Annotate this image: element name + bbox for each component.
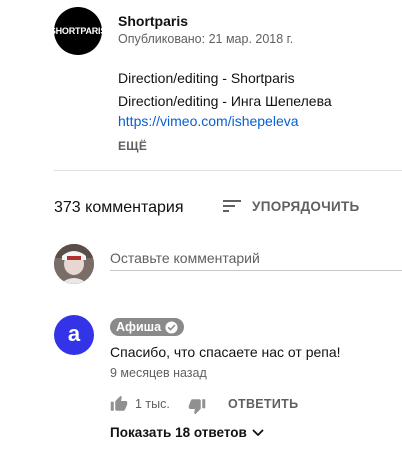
show-replies-button[interactable]: Показать 18 ответов <box>110 425 265 440</box>
channel-avatar-text: SHORTPARIS <box>49 26 107 36</box>
user-avatar-image <box>54 244 94 284</box>
comment-timestamp[interactable]: 9 месяцев назад <box>110 366 207 380</box>
comment-input[interactable] <box>110 246 402 271</box>
comment-text: Спасибо, что спасаете нас от репа! <box>110 344 341 360</box>
comment-count: 373 комментария <box>54 199 184 216</box>
reply-button[interactable]: ОТВЕТИТЬ <box>228 397 298 411</box>
show-replies-label: Показать 18 ответов <box>110 425 247 440</box>
author-name: Афиша <box>116 320 162 334</box>
thumbs-up-icon[interactable] <box>110 395 128 413</box>
chevron-down-icon <box>252 429 264 436</box>
description-line: Direction/editing - Shortparis <box>118 70 295 86</box>
sort-button[interactable]: УПОРЯДОЧИТЬ <box>222 196 360 216</box>
user-avatar <box>54 244 94 284</box>
author-avatar[interactable]: a <box>54 315 94 355</box>
published-date: Опубликовано: 21 мар. 2018 г. <box>118 32 294 46</box>
channel-avatar[interactable]: SHORTPARIS <box>50 7 106 55</box>
description-line: Direction/editing - Инга Шепелева <box>118 93 332 109</box>
sort-icon <box>223 200 241 212</box>
show-more-button[interactable]: ЕЩЁ <box>118 139 147 153</box>
description-link[interactable]: https://vimeo.com/ishepeleva <box>118 113 299 129</box>
author-avatar-letter: a <box>67 320 81 346</box>
thumbs-down-icon[interactable] <box>188 397 206 415</box>
like-count: 1 тыс. <box>135 397 170 411</box>
divider <box>54 170 402 171</box>
verified-check-icon <box>165 320 178 334</box>
sort-label: УПОРЯДОЧИТЬ <box>252 198 360 214</box>
author-name-badge[interactable]: Афиша <box>110 318 185 336</box>
channel-name[interactable]: Shortparis <box>118 13 188 29</box>
